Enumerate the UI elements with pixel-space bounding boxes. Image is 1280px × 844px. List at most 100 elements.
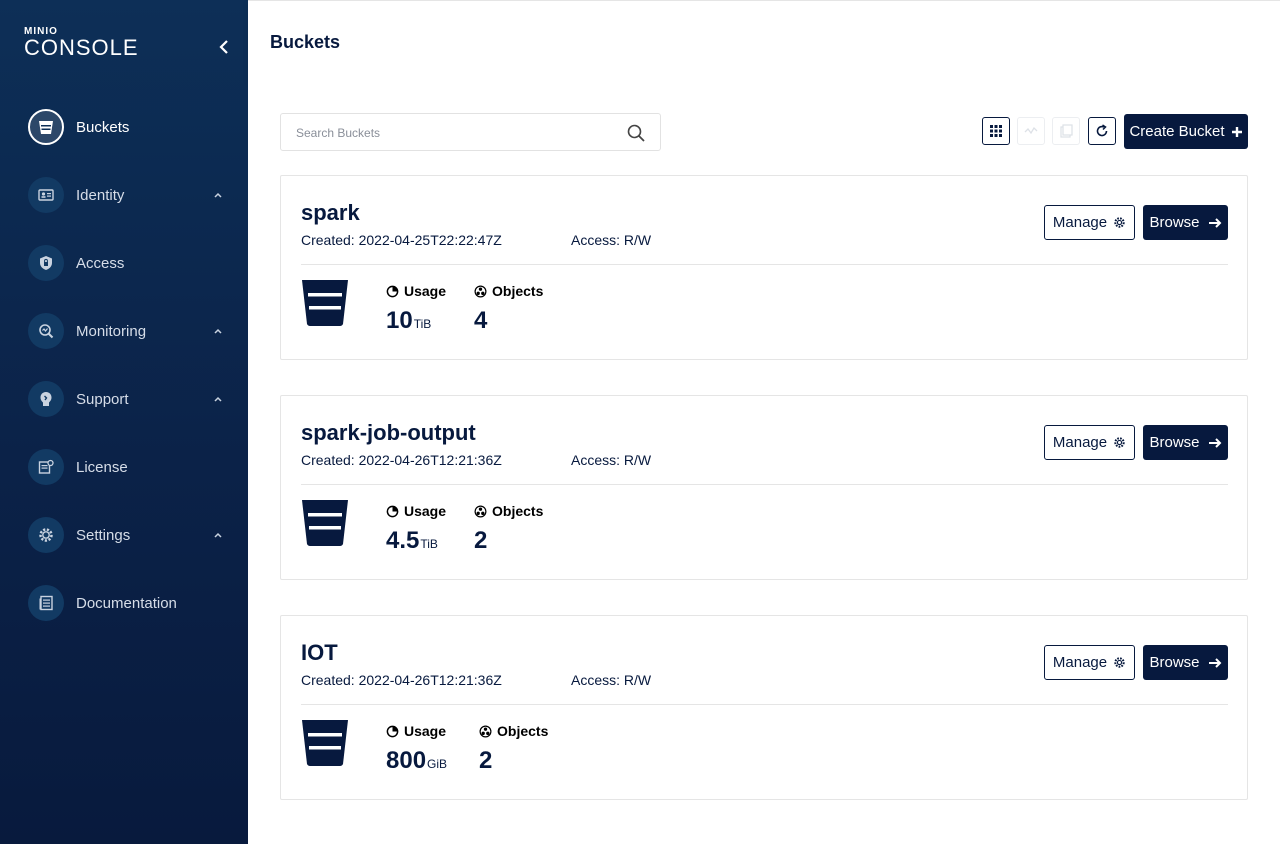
bucket-card: IOT Created: 2022-04-26T12:21:36Z Access… — [280, 615, 1248, 800]
chevron-up-icon — [214, 328, 222, 334]
objects-label: Objects — [497, 723, 549, 739]
lifecycle-button[interactable] — [1017, 117, 1045, 145]
bucket-name[interactable]: spark-job-output — [301, 420, 476, 446]
id-card-icon — [28, 177, 64, 213]
sidebar-item-label: Identity — [76, 186, 125, 204]
gear-icon — [1114, 657, 1125, 668]
bucket-created-date: Created: 2022-04-25T22:22:47Z — [301, 232, 502, 248]
replication-button[interactable] — [1052, 117, 1080, 145]
bucket-icon — [302, 720, 348, 766]
browse-button[interactable]: Browse — [1143, 645, 1228, 680]
usage-value: 800 — [386, 747, 427, 774]
browse-button[interactable]: Browse — [1143, 205, 1228, 240]
sidebar-item-access[interactable]: Access — [28, 245, 228, 281]
pie-chart-icon — [386, 725, 399, 737]
bucket-card: spark Created: 2022-04-25T22:22:47Z Acce… — [280, 175, 1248, 360]
sidebar-item-label: Documentation — [76, 594, 177, 612]
minio-console-logo: MINIO CONSOLE — [24, 27, 139, 59]
support-icon — [28, 381, 64, 417]
pie-chart-icon — [386, 505, 399, 517]
chevron-left-icon — [219, 40, 228, 54]
sidebar-item-label: Access — [76, 254, 125, 272]
sidebar-item-label: Settings — [76, 526, 131, 544]
usage-unit: GiB — [427, 757, 448, 771]
sidebar-item-label: Support — [76, 390, 129, 408]
sidebar-item-support[interactable]: Support — [28, 381, 228, 417]
usage-stat: Usage 800GiB — [386, 723, 447, 775]
sidebar-item-documentation[interactable]: Documentation — [28, 585, 228, 621]
usage-label: Usage — [404, 283, 447, 299]
divider — [301, 704, 1228, 705]
pie-chart-icon — [386, 285, 399, 297]
bucket-name[interactable]: spark — [301, 200, 360, 226]
wave-icon — [1024, 126, 1038, 135]
create-bucket-button[interactable]: Create Bucket — [1124, 114, 1248, 149]
sidebar-item-settings[interactable]: Settings — [28, 517, 228, 553]
usage-label: Usage — [404, 503, 447, 519]
browse-label: Browse — [1149, 434, 1200, 451]
objects-value: 4 — [474, 307, 488, 334]
bucket-card: spark-job-output Created: 2022-04-26T12:… — [280, 395, 1248, 580]
objects-label: Objects — [492, 283, 544, 299]
sidebar-item-identity[interactable]: Identity — [28, 177, 228, 213]
objects-icon — [474, 285, 487, 297]
manage-label: Manage — [1052, 434, 1108, 451]
chevron-up-icon — [214, 192, 222, 198]
objects-stat: Objects 4 — [474, 283, 543, 335]
browse-label: Browse — [1149, 654, 1200, 671]
plus-icon — [1231, 126, 1242, 137]
monitor-search-icon — [28, 313, 64, 349]
main-content: Create Bucket spark Created: 2022-04-25T… — [248, 81, 1280, 844]
gear-icon — [1114, 217, 1125, 228]
divider — [301, 264, 1228, 265]
usage-label: Usage — [404, 723, 447, 739]
create-bucket-label: Create Bucket — [1129, 123, 1225, 140]
search-box — [280, 113, 661, 151]
sidebar-item-label: Buckets — [76, 118, 130, 136]
sidebar-item-monitoring[interactable]: Monitoring — [28, 313, 228, 349]
bucket-created-date: Created: 2022-04-26T12:21:36Z — [301, 452, 502, 468]
bucket-icon — [302, 500, 348, 546]
usage-value: 4.5 — [386, 527, 420, 554]
manage-button[interactable]: Manage — [1044, 645, 1135, 680]
grid-view-button[interactable] — [982, 117, 1010, 145]
divider — [301, 484, 1228, 485]
document-icon — [28, 585, 64, 621]
page-header: Buckets — [248, 0, 1280, 81]
lock-icon — [28, 245, 64, 281]
arrow-right-icon — [1208, 657, 1221, 668]
gear-icon — [1114, 437, 1125, 448]
search-input[interactable] — [296, 123, 616, 143]
bucket-icon — [302, 280, 348, 326]
manage-label: Manage — [1052, 214, 1108, 231]
browse-label: Browse — [1149, 214, 1200, 231]
manage-button[interactable]: Manage — [1044, 205, 1135, 240]
bucket-access: Access: R/W — [571, 672, 652, 688]
arrow-right-icon — [1208, 217, 1221, 228]
logo-main-text: CONSOLE — [24, 35, 139, 60]
refresh-button[interactable] — [1088, 117, 1116, 145]
browse-button[interactable]: Browse — [1143, 425, 1228, 460]
objects-value: 2 — [474, 527, 488, 554]
manage-button[interactable]: Manage — [1044, 425, 1135, 460]
objects-icon — [474, 505, 487, 517]
bucket-name[interactable]: IOT — [301, 640, 338, 666]
objects-stat: Objects 2 — [479, 723, 548, 775]
page-title: Buckets — [270, 32, 341, 52]
usage-stat: Usage 10TiB — [386, 283, 446, 335]
sidebar-item-buckets[interactable]: Buckets — [28, 109, 228, 145]
chevron-up-icon — [214, 532, 222, 538]
bucket-access: Access: R/W — [571, 232, 652, 248]
search-icon[interactable] — [626, 123, 646, 143]
bucket-icon — [28, 109, 64, 145]
arrow-right-icon — [1208, 437, 1221, 448]
collapse-sidebar-button[interactable] — [214, 37, 234, 57]
bucket-access: Access: R/W — [571, 452, 652, 468]
grid-icon — [990, 125, 1002, 137]
usage-unit: TiB — [420, 537, 438, 551]
sidebar-item-license[interactable]: License — [28, 449, 228, 485]
sidebar-item-label: License — [76, 458, 128, 476]
objects-stat: Objects 2 — [474, 503, 543, 555]
usage-unit: TiB — [413, 317, 432, 331]
usage-stat: Usage 4.5TiB — [386, 503, 446, 555]
